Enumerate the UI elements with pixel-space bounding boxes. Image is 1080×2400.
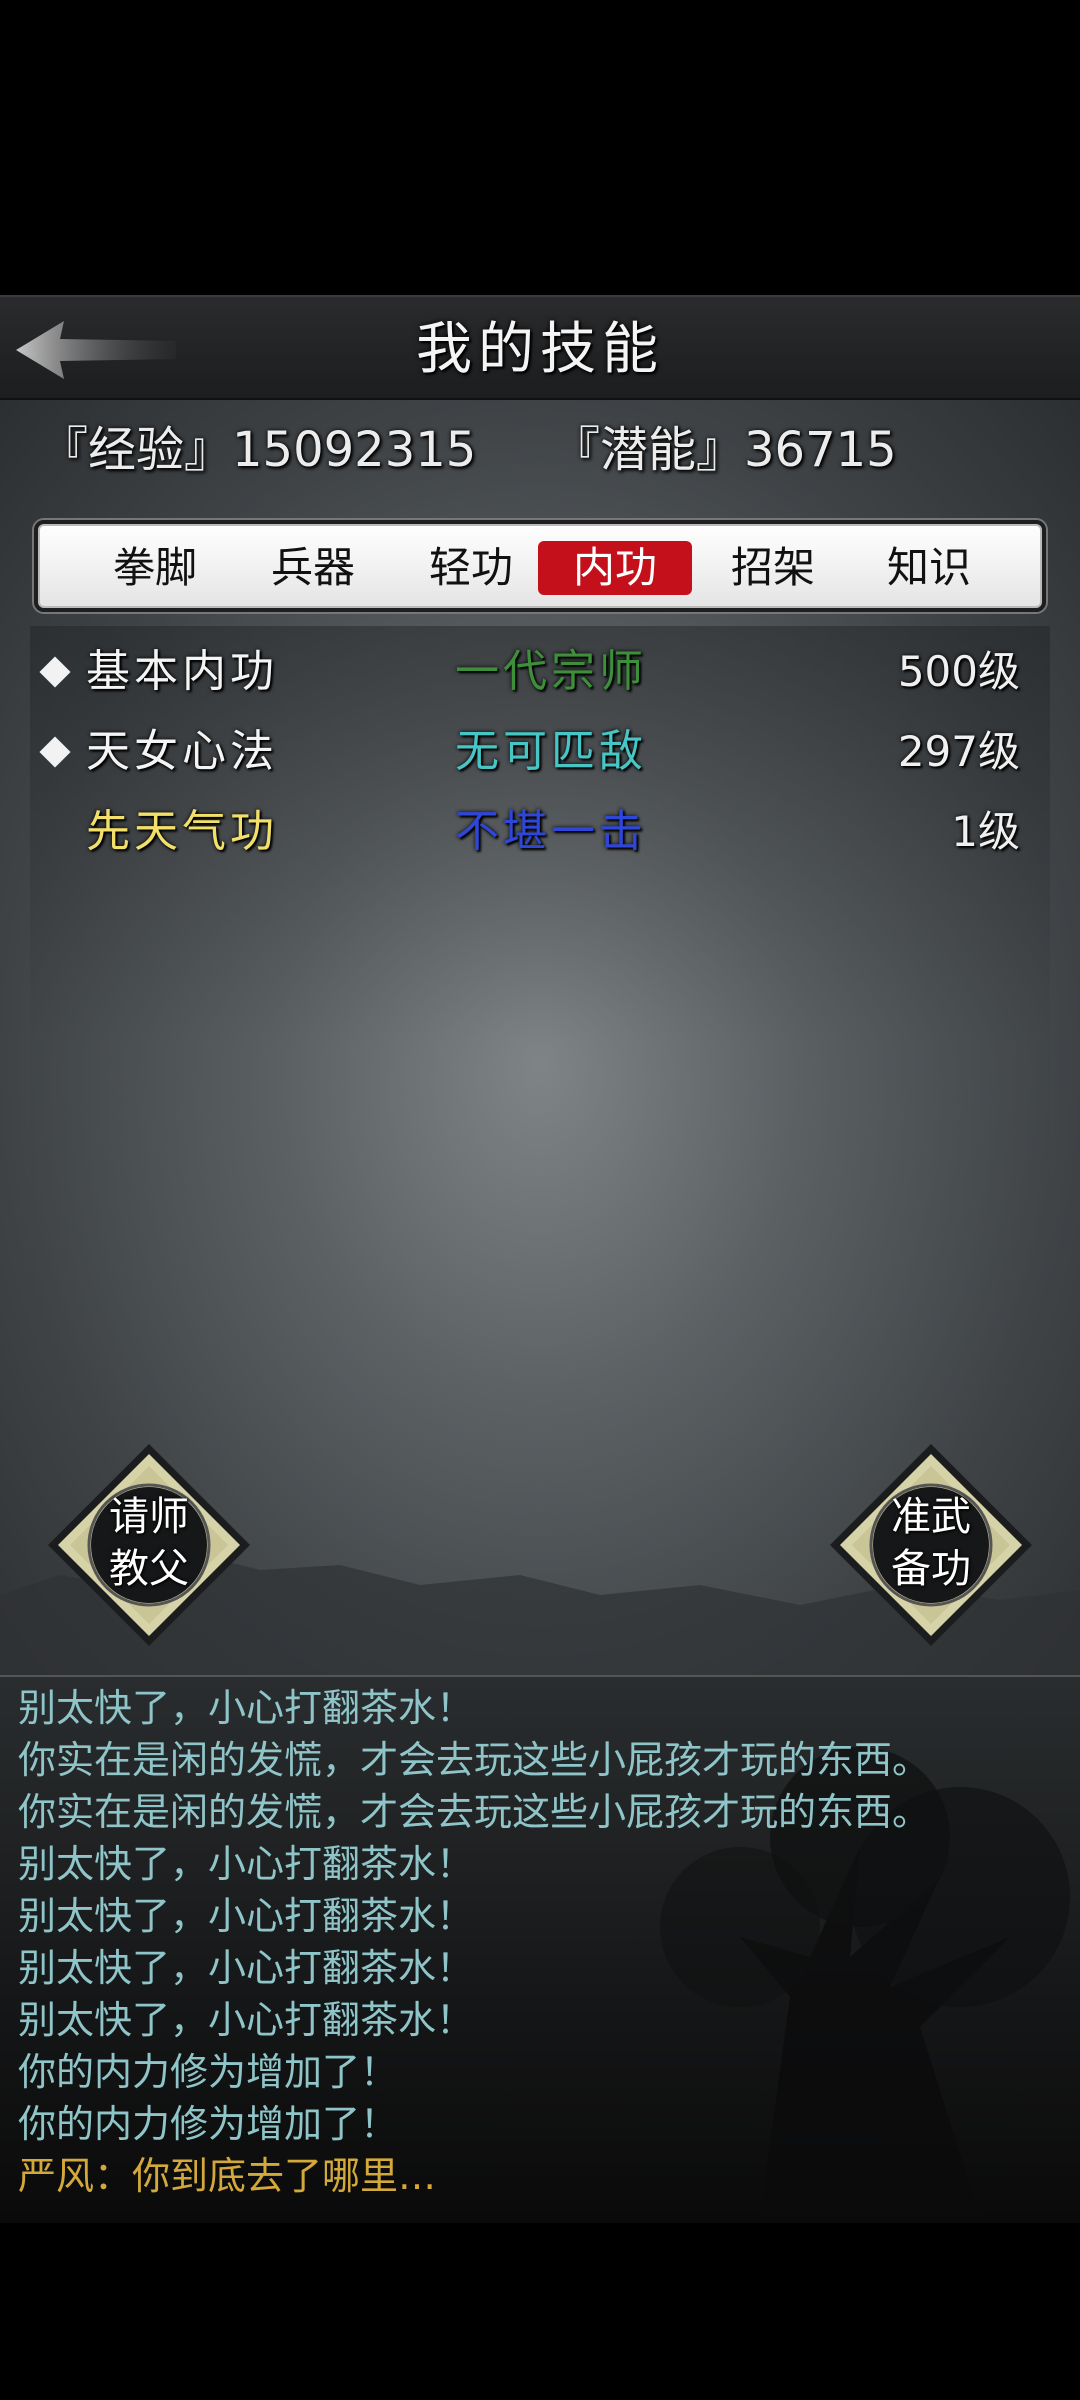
skill-level: 297级 [897, 727, 1020, 776]
ask-teacher-label-2: 教父 [109, 1546, 189, 1592]
skill-row[interactable]: 天女心法 无可匹敌 297级 [30, 717, 1050, 787]
skill-row[interactable]: 基本内功 一代宗师 500级 [30, 637, 1050, 707]
skill-row[interactable]: 先天气功 不堪一击 1级 [30, 797, 1050, 867]
log-line: 你实在是闲的发慌，才会去玩这些小屁孩才玩的东西。 [18, 1790, 931, 1834]
skill-rank: 一代宗师 [455, 646, 647, 697]
log-line-npc: 严风：你到底去了哪里… [18, 2154, 437, 2198]
skill-name: 基本内功 [86, 646, 278, 697]
tab-weapon[interactable]: 兵器 [236, 541, 390, 595]
skill-name: 天女心法 [86, 726, 278, 777]
ask-teacher-button[interactable]: 请师 教父 [44, 1440, 254, 1650]
experience-stat: 『经验』15092315 [40, 422, 477, 478]
log-line: 别太快了，小心打翻茶水！ [18, 1686, 475, 1730]
tab-parry[interactable]: 招架 [696, 541, 850, 595]
message-log[interactable]: 别太快了，小心打翻茶水！ 你实在是闲的发慌，才会去玩这些小屁孩才玩的东西。 你实… [0, 1675, 1080, 2225]
prepare-skill-button[interactable]: 准武 备功 [826, 1440, 1036, 1650]
skill-level: 500级 [897, 647, 1020, 696]
log-line: 别太快了，小心打翻茶水！ [18, 1842, 475, 1886]
skill-name: 先天气功 [86, 806, 278, 857]
tab-knowledge[interactable]: 知识 [852, 541, 1006, 595]
skill-level: 1级 [951, 807, 1020, 856]
skill-rank: 不堪一击 [455, 806, 647, 857]
log-line: 别太快了，小心打翻茶水！ [18, 1894, 475, 1938]
equipped-marker-icon [39, 736, 71, 768]
header: 我的技能 [0, 295, 1080, 400]
potential-stat: 『潜能』36715 [552, 422, 897, 478]
log-line: 你的内力修为增加了！ [18, 2050, 399, 2094]
prepare-skill-label-1: 准武 [891, 1494, 971, 1540]
skill-rank: 无可匹敌 [455, 726, 647, 777]
skill-category-tabs: 拳脚 兵器 轻功 内功 招架 知识 [34, 520, 1046, 612]
prepare-skill-label-2: 备功 [891, 1546, 971, 1592]
ask-teacher-label-1: 请师 [109, 1494, 189, 1540]
page-title: 我的技能 [416, 317, 664, 382]
tab-fist[interactable]: 拳脚 [78, 541, 232, 595]
tab-internal[interactable]: 内功 [538, 541, 692, 595]
tab-lightness[interactable]: 轻功 [394, 541, 548, 595]
log-line: 别太快了，小心打翻茶水！ [18, 1998, 475, 2042]
status-bar-area [0, 0, 1080, 295]
log-line: 你的内力修为增加了！ [18, 2102, 399, 2146]
log-line: 你实在是闲的发慌，才会去玩这些小屁孩才玩的东西。 [18, 1738, 931, 1782]
navigation-bar-area [0, 2223, 1080, 2400]
equipped-marker-icon [39, 656, 71, 688]
log-line: 别太快了，小心打翻茶水！ [18, 1946, 475, 1990]
